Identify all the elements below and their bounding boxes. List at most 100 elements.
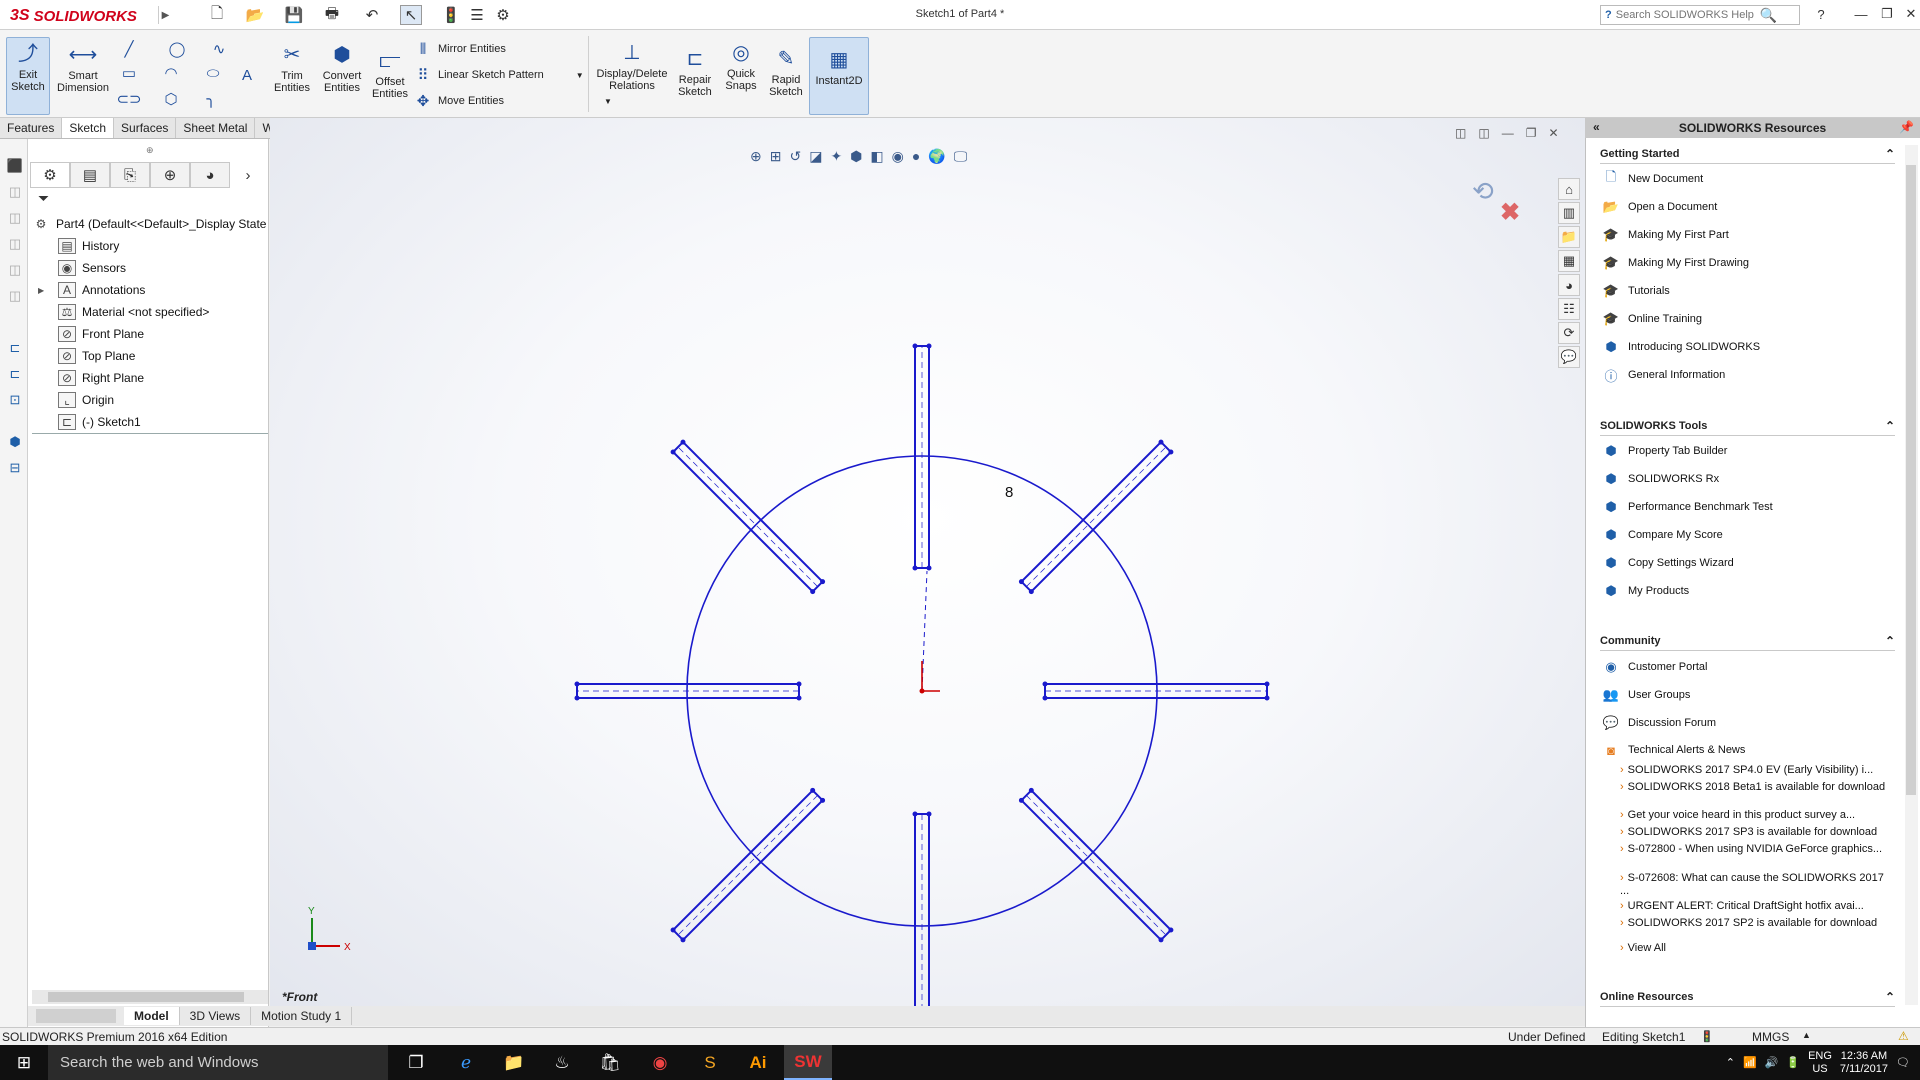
3d-sketch-icon[interactable]: ⊏ (6, 365, 24, 383)
sketch-endpoint[interactable] (912, 565, 918, 571)
solidworks-taskbar-icon[interactable]: SW (784, 1045, 832, 1080)
resource-link-making-my-first-part[interactable]: 🎓 Making My First Part (1602, 223, 1729, 247)
zoom-to-area-icon[interactable]: ⊞ (770, 148, 782, 165)
rebuild-icon[interactable]: 🚦 (440, 5, 462, 25)
chevron-up-icon[interactable]: ▲ (1802, 1030, 1811, 1040)
resource-link-discussion-forum[interactable]: 💬 Discussion Forum (1602, 711, 1716, 735)
menu-expand-arrow-icon[interactable]: ▶ (158, 6, 172, 24)
technical-alerts-link[interactable]: ◙ Technical Alerts & News (1602, 738, 1745, 762)
quick-snaps-button[interactable]: ◎ Quick Snaps (720, 37, 762, 115)
viewport-previous-icon[interactable]: ◫ (1455, 126, 1466, 140)
polygon-icon[interactable]: ⬡ (162, 90, 180, 108)
section-solidworks-tools[interactable]: SOLIDWORKS Tools ⌃ (1600, 416, 1895, 436)
apply-scene-icon[interactable]: 🌍 (928, 148, 945, 165)
clock[interactable]: 12:36 AM 7/11/2017 (1840, 1050, 1888, 1076)
graphics-area[interactable]: 8 Y X (270, 118, 1585, 1008)
configuration-manager-tab-icon[interactable]: ⎘ (110, 162, 150, 188)
sketch-endpoint[interactable] (1042, 695, 1048, 701)
convert-entities-button[interactable]: ⬢ Convert Entities (318, 37, 366, 115)
viewport-next-icon[interactable]: ◫ (1478, 126, 1489, 140)
tab-sheet-metal[interactable]: Sheet Metal (176, 118, 256, 138)
custom-properties-icon[interactable]: ☷ (1558, 298, 1580, 320)
select-arrow-icon[interactable]: ↖ (400, 5, 422, 25)
revolved-boss-icon[interactable]: ◫ (6, 183, 24, 201)
resource-link-performance-benchmark-test[interactable]: ⬢ Performance Benchmark Test (1602, 495, 1772, 519)
sketch-canvas[interactable]: 8 Y X (270, 118, 1585, 1008)
section-getting-started[interactable]: Getting Started ⌃ (1600, 144, 1895, 164)
linear-sketch-pattern-button[interactable]: ⠿ Linear Sketch Pattern ▼ (414, 64, 584, 86)
instant2d-button[interactable]: ▦ Instant2D (809, 37, 869, 115)
sketch-icon[interactable]: ⊏ (6, 339, 24, 357)
taskbar-search[interactable] (48, 1045, 388, 1080)
new-document-icon[interactable]: 🗋 (205, 5, 229, 25)
tree-item-top-plane[interactable]: ⊘ Top Plane (58, 346, 135, 366)
save-icon[interactable]: 💾 (282, 5, 306, 25)
sketch-endpoint[interactable] (1018, 579, 1024, 585)
resource-link-open-a-document[interactable]: 📂 Open a Document (1602, 195, 1717, 219)
display-delete-relations-button[interactable]: ⊥ Display/Delete Relations (592, 37, 672, 115)
sketch-endpoint[interactable] (670, 449, 676, 455)
print-icon[interactable]: 🖶 (320, 5, 344, 25)
notification-icon[interactable]: ⚠ (1898, 1029, 1909, 1043)
taskbar-search-input[interactable] (60, 1054, 380, 1071)
news-item[interactable]: › SOLIDWORKS 2017 SP2 is available for do… (1620, 917, 1895, 930)
options-gear-icon[interactable]: ⚙ (492, 5, 514, 25)
view-settings-icon[interactable]: 🖵 (954, 148, 968, 165)
windows-start-icon[interactable]: ⊞ (0, 1045, 48, 1080)
ellipse-icon[interactable]: ⬭ (204, 64, 222, 82)
rapid-sketch-button[interactable]: ✎ Rapid Sketch (764, 37, 808, 115)
resource-link-solidworks-rx[interactable]: ⬢ SOLIDWORKS Rx (1602, 467, 1719, 491)
feature-tree-tab-icon[interactable]: ⚙ (30, 162, 70, 188)
resource-link-online-training[interactable]: 🎓 Online Training (1602, 307, 1702, 331)
sketch-endpoint[interactable] (1168, 449, 1174, 455)
panel-grip-icon[interactable]: ⊕ (146, 145, 154, 156)
collapse-chevron-icon[interactable]: ⌃ (1885, 990, 1895, 1004)
undo-icon[interactable]: ↶ (360, 5, 384, 25)
tab-features[interactable]: Features (0, 118, 63, 138)
tree-item-annotations[interactable]: ▶ A Annotations (38, 280, 145, 300)
volume-icon[interactable]: 🔊 (1765, 1056, 1779, 1069)
sketch-endpoint[interactable] (680, 439, 686, 445)
bottom-tab-model[interactable]: Model (124, 1007, 180, 1025)
collapse-chevron-icon[interactable]: ⌃ (1885, 419, 1895, 433)
sketch-endpoint[interactable] (1264, 681, 1270, 687)
bottom-tab-motion-study-1[interactable]: Motion Study 1 (251, 1007, 353, 1025)
sketch-endpoint[interactable] (926, 811, 932, 817)
resource-link-introducing-solidworks[interactable]: ⬢ Introducing SOLIDWORKS (1602, 335, 1760, 359)
sketch-endpoint[interactable] (912, 811, 918, 817)
boundary-boss-icon[interactable]: ◫ (6, 261, 24, 279)
arc-icon[interactable]: ◠ (162, 64, 180, 82)
hide-show-items-icon[interactable]: ◉ (892, 148, 904, 165)
language-indicator[interactable]: ENG US (1808, 1050, 1832, 1076)
extruded-boss-icon[interactable]: ⬛ (6, 157, 24, 175)
view-orientation-icon[interactable]: ⬢ (6, 433, 24, 451)
sketch-endpoint[interactable] (1168, 927, 1174, 933)
resource-link-copy-settings-wizard[interactable]: ⬢ Copy Settings Wizard (1602, 551, 1733, 575)
lofted-boss-icon[interactable]: ◫ (6, 235, 24, 253)
repair-sketch-button[interactable]: ⊏ Repair Sketch (674, 37, 716, 115)
resource-link-tutorials[interactable]: 🎓 Tutorials (1602, 279, 1670, 303)
fillet-icon[interactable]: ╮ (202, 90, 220, 108)
section-view-icon[interactable]: ◪ (809, 148, 822, 165)
spline-icon[interactable]: ∿ (210, 40, 228, 58)
resource-link-new-document[interactable]: 🗋 New Document (1602, 167, 1703, 191)
chevron-down-icon[interactable]: ▼ (576, 71, 584, 80)
exit-sketch-button[interactable]: ⤴ Exit Sketch (6, 37, 50, 115)
help-search-box[interactable]: ? 🔍 (1600, 5, 1800, 25)
viewport-close-icon[interactable]: ✕ (1548, 126, 1558, 140)
news-item[interactable]: › SOLIDWORKS 2017 SP3 is available for do… (1620, 826, 1895, 839)
tree-item-origin[interactable]: ⌞ Origin (58, 390, 114, 410)
restore-icon[interactable]: ❐ (1874, 4, 1900, 24)
appearances-icon[interactable]: ◕ (1558, 274, 1580, 296)
dimxpert-manager-tab-icon[interactable]: ⊕ (150, 162, 190, 188)
solidworks-forum-icon[interactable]: ⟳ (1558, 322, 1580, 344)
tab-surfaces[interactable]: Surfaces (114, 118, 177, 138)
tree-item-right-plane[interactable]: ⊘ Right Plane (58, 368, 144, 388)
resource-link-my-products[interactable]: ⬢ My Products (1602, 579, 1689, 603)
news-item[interactable]: › Get your voice heard in this product su… (1620, 809, 1895, 822)
edge-browser-icon[interactable]: ℯ (442, 1045, 490, 1080)
text-icon[interactable]: A (238, 66, 256, 84)
tree-item-sketch1[interactable]: ⊏ (-) Sketch1 (58, 412, 141, 432)
smart-dim-icon[interactable]: ⊡ (6, 391, 24, 409)
slot-construction-line[interactable] (1026, 446, 1167, 587)
